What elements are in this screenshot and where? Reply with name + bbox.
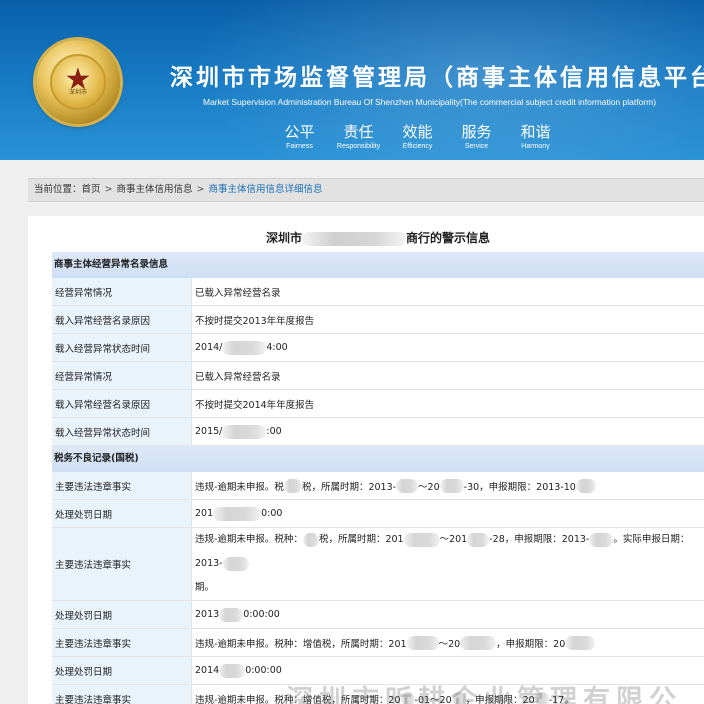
- row-label: 经营异常情况: [52, 362, 192, 389]
- row-value: 2014/4:00: [195, 340, 288, 355]
- row-value: 不按时提交2013年年度报告: [195, 315, 315, 327]
- row-value: 不按时提交2014年年度报告: [195, 399, 315, 411]
- value-responsibility[interactable]: 责任 Responsibility: [329, 122, 388, 152]
- row-value: 已载入异常经营名录: [195, 287, 281, 299]
- row-label: 经营异常情况: [52, 278, 192, 305]
- table-row: 载入异常经营名录原因 不按时提交2014年年度报告: [52, 390, 704, 418]
- breadcrumb: 当前位置：首页 > 商事主体信用信息 > 商事主体信用信息详细信息: [28, 178, 704, 202]
- table-row: 经营异常情况 已载入异常经营名录: [52, 278, 704, 306]
- row-value: 已载入异常经营名录: [195, 371, 281, 383]
- site-header: ★ 深圳市 深圳市市场监督管理局（商事主体信用信息平台 Market Super…: [0, 0, 704, 160]
- bureau-emblem-icon: ★ 深圳市: [36, 40, 120, 124]
- breadcrumb-separator: >: [104, 184, 113, 195]
- table-row: 处理处罚日期 2013 0:00:00: [52, 601, 704, 629]
- table-row: 处理处罚日期 201 0:00: [52, 500, 704, 528]
- breadcrumb-separator: >: [196, 184, 205, 195]
- row-value: 2015/:00: [195, 424, 282, 439]
- row-label: 主要违法违章事实: [52, 528, 192, 600]
- row-value: 违规-逾期未申报。税 税，所属时期：2013- ～20 -30，申报期限：2013-1…: [192, 472, 704, 499]
- row-label: 载入经营异常状态时间: [52, 334, 192, 361]
- row-label: 载入经营异常状态时间: [52, 418, 192, 445]
- breadcrumb-home-link[interactable]: 首页: [82, 184, 101, 195]
- row-label: 载入异常经营名录原因: [52, 390, 192, 417]
- row-label: 主要违法违章事实: [52, 629, 192, 656]
- row-label: 主要违法违章事实: [52, 685, 192, 704]
- site-title: 深圳市市场监督管理局（商事主体信用信息平台: [170, 65, 704, 91]
- value-service[interactable]: 服务 Service: [447, 122, 506, 152]
- core-values-nav: 公平 Fairness 责任 Responsibility 效能 Efficiency…: [270, 122, 565, 152]
- row-label: 载入异常经营名录原因: [52, 306, 192, 333]
- row-value: 201 0:00: [195, 506, 283, 521]
- table-row: 载入经营异常状态时间 2015/:00: [52, 418, 704, 446]
- breadcrumb-prefix: 当前位置：: [34, 184, 82, 195]
- row-label: 主要违法违章事实: [52, 472, 192, 499]
- value-efficiency[interactable]: 效能 Efficiency: [388, 122, 447, 152]
- site-subtitle: Market Supervision Administration Bureau…: [203, 97, 657, 107]
- table-row: 主要违法违章事实 违规-逾期未申报。税种：增值税，所属时期：201 ～20 ，申报期…: [52, 629, 704, 657]
- table-row: 主要违法违章事实 违规-逾期未申报。税 税，所属时期：2013- ～20 -30，申报…: [52, 472, 704, 500]
- value-harmony[interactable]: 和谐 Harmony: [506, 122, 565, 152]
- row-label: 处理处罚日期: [52, 601, 192, 628]
- table-row: 主要违法违章事实 违规-逾期未申报。税种： 税，所属时期：201 ～201 -28，申…: [52, 528, 704, 601]
- breadcrumb-credit-link[interactable]: 商事主体信用信息: [117, 184, 193, 195]
- row-value: 违规-逾期未申报。税种： 税，所属时期：201 ～201 -28，申报期限：2013-…: [195, 532, 690, 593]
- row-value: 违规-逾期未申报。税种：增值税，所属时期：201 ～20 ，申报期限：20: [192, 629, 704, 656]
- detail-table: 深圳市 商行的警示信息 商事主体经营异常名录信息 经营异常情况 已载入异常经营名录…: [52, 226, 704, 704]
- redaction-blur: [302, 231, 406, 246]
- section-abnormal-operation: 商事主体经营异常名录信息: [52, 252, 704, 278]
- row-label: 处理处罚日期: [52, 657, 192, 684]
- section-tax-record: 税务不良记录(国税): [52, 446, 704, 472]
- page-title: 深圳市 商行的警示信息: [52, 226, 704, 252]
- row-label: 处理处罚日期: [52, 500, 192, 527]
- table-row: 载入经营异常状态时间 2014/4:00: [52, 334, 704, 362]
- row-value: 2013 0:00:00: [195, 607, 280, 622]
- table-row: 载入异常经营名录原因 不按时提交2013年年度报告: [52, 306, 704, 334]
- table-row: 经营异常情况 已载入异常经营名录: [52, 362, 704, 390]
- breadcrumb-current: 商事主体信用信息详细信息: [208, 184, 323, 195]
- watermark-text: 深圳市昕耕企业管理有限公: [286, 685, 682, 704]
- value-fairness[interactable]: 公平 Fairness: [270, 122, 329, 152]
